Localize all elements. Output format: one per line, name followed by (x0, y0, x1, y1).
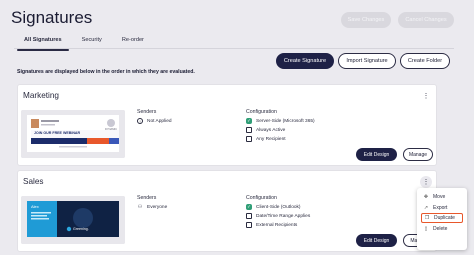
menu-item-export[interactable]: ↗ Export (421, 203, 463, 213)
menu-item-move[interactable]: ✥ Move (421, 192, 463, 202)
edit-design-button[interactable]: Edit Design (356, 234, 397, 247)
config-item: Date/Time Range Applies (246, 213, 310, 219)
configuration-heading: Configuration (246, 195, 277, 201)
check-badge-icon: ✓ (246, 118, 252, 124)
not-applied-icon: ! (137, 118, 143, 124)
import-signature-button[interactable]: Import Signature (338, 53, 396, 69)
config-item-text: Server-Side (Microsoft 365) (256, 118, 315, 124)
more-vertical-icon: ⋮ (422, 179, 430, 186)
tab-reorder[interactable]: Re-order (112, 34, 154, 48)
card-name: Marketing (23, 91, 59, 100)
config-item: External Recipients (246, 222, 297, 228)
duplicate-icon: ❐ (424, 215, 430, 221)
more-vertical-icon: ⋮ (422, 93, 430, 100)
config-item-text: Always Active (256, 127, 286, 133)
preview-banner-text: JOIN OUR FREE WEBINAR (34, 131, 81, 135)
move-icon: ✥ (423, 194, 429, 200)
info-text: Signatures are displayed below in the or… (17, 69, 195, 75)
calendar-icon (246, 127, 252, 133)
config-item: Any Recipient (246, 136, 286, 142)
menu-item-label: Delete (433, 226, 448, 232)
calendar-icon (246, 213, 252, 219)
senders-value-text: Everyone (147, 204, 168, 210)
configuration-heading: Configuration (246, 109, 277, 115)
menu-item-delete[interactable]: ▯ Delete (421, 224, 463, 234)
tab-all-signatures[interactable]: All Signatures (14, 34, 72, 51)
cancel-changes-button[interactable]: Cancel Changes (398, 12, 454, 28)
senders-value: ⚇ Everyone (137, 204, 168, 210)
users-icon: ⚇ (137, 204, 143, 210)
page-title: Signatures (11, 8, 93, 27)
senders-value: ! Not Applied (137, 118, 172, 124)
card-name: Sales (23, 177, 44, 186)
signature-card-marketing: Marketing ⋮ JOIN OUR FREE WEBINAR DYNAMI… (17, 84, 437, 166)
create-folder-button[interactable]: Create Folder (400, 53, 450, 69)
save-changes-button[interactable]: Save Changes (341, 12, 391, 28)
senders-heading: Senders (137, 109, 157, 115)
config-item: ✓ Server-Side (Microsoft 365) (246, 118, 315, 124)
create-signature-button[interactable]: Create Signature (276, 53, 334, 69)
config-item: ✓ Client-Side (Outlook) (246, 204, 301, 210)
preview-name-text: Alex (31, 204, 39, 209)
config-item-text: Client-Side (Outlook) (256, 204, 301, 210)
config-item-text: Date/Time Range Applies (256, 213, 311, 219)
tab-divider (14, 48, 454, 49)
menu-item-label: Duplicate (434, 215, 455, 221)
config-item-text: External Recipients (256, 222, 298, 228)
tab-bar: All Signatures Security Re-order (14, 34, 154, 51)
card-menu-button[interactable]: ⋮ (420, 176, 432, 188)
card-context-menu: ✥ Move ↗ Export ❐ Duplicate ▯ Delete (417, 188, 467, 250)
menu-item-label: Export (433, 205, 448, 211)
senders-heading: Senders (137, 195, 157, 201)
preview-logo-text: DYNAMIC (105, 128, 117, 131)
trash-icon: ▯ (424, 226, 428, 232)
preview-brand-text: Greening. (73, 227, 89, 231)
signature-card-sales: Sales ⋮ Alex Greening. Senders ⚇ Everyon… (17, 170, 437, 252)
signature-preview[interactable]: JOIN OUR FREE WEBINAR DYNAMIC (21, 110, 125, 158)
card-menu-button[interactable]: ⋮ (420, 90, 432, 102)
tab-security[interactable]: Security (72, 34, 112, 48)
manage-button[interactable]: Manage (403, 148, 433, 161)
menu-item-duplicate[interactable]: ❐ Duplicate (421, 213, 463, 223)
recipient-icon (246, 222, 252, 228)
signature-preview[interactable]: Alex Greening. (21, 196, 125, 244)
menu-item-label: Move (433, 194, 446, 200)
config-item: Always Active (246, 127, 285, 133)
edit-design-button[interactable]: Edit Design (356, 148, 397, 161)
recipient-icon (246, 136, 252, 142)
export-icon: ↗ (423, 205, 429, 211)
check-badge-icon: ✓ (246, 204, 252, 210)
config-item-text: Any Recipient (256, 136, 286, 142)
senders-value-text: Not Applied (147, 118, 172, 124)
